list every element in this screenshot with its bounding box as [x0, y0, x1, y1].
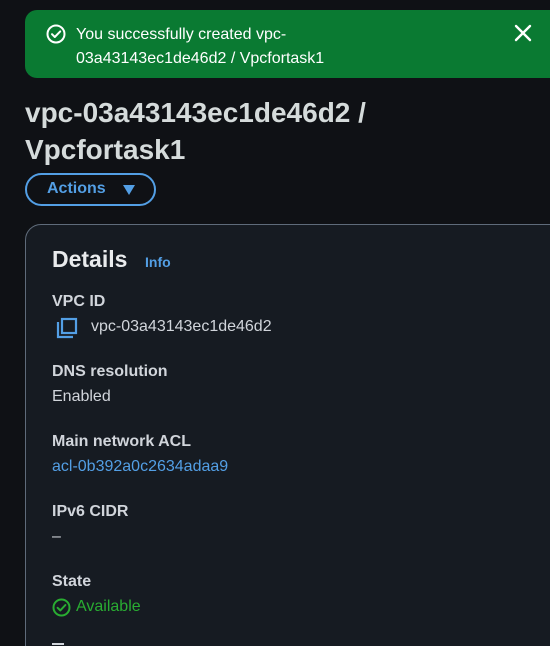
page-title-line-1: vpc-03a43143ec1de46d2 /	[25, 97, 366, 128]
check-circle-icon	[46, 24, 66, 44]
flash-message-line-2: 03a43143ec1de46d2 / Vpcfortask1	[76, 50, 325, 67]
vpc-id-value: vpc-03a43143ec1de46d2	[91, 318, 272, 335]
state-value: Available	[76, 598, 141, 615]
caret-down-icon	[123, 185, 135, 195]
info-link[interactable]: Info	[145, 254, 171, 270]
actions-button-label: Actions	[47, 180, 106, 197]
ipv6-cidr-label: IPv6 CIDR	[52, 503, 129, 520]
details-heading: Details	[52, 246, 128, 272]
vpc-id-label: VPC ID	[52, 293, 106, 310]
state-label: State	[52, 573, 92, 590]
flash-message: You successfully created vpc- 03a43143ec…	[76, 23, 456, 71]
truncated-next-field	[52, 643, 64, 645]
main-network-acl-label: Main network ACL	[52, 433, 191, 450]
success-flash-banner: You successfully created vpc- 03a43143ec…	[25, 10, 550, 78]
copy-icon[interactable]	[56, 317, 78, 339]
details-panel: Details Info VPC ID vpc-03a43143ec1de46d…	[25, 224, 550, 646]
dns-resolution-label: DNS resolution	[52, 363, 168, 380]
page-title: vpc-03a43143ec1de46d2 / Vpcfortask1	[25, 94, 525, 168]
flash-message-line-1: You successfully created vpc-	[76, 26, 287, 43]
main-network-acl-link[interactable]: acl-0b392a0c2634adaa9	[52, 457, 228, 477]
close-icon[interactable]	[511, 21, 535, 45]
status-check-circle-icon	[52, 598, 71, 617]
vpc-details-page: You successfully created vpc- 03a43143ec…	[0, 0, 550, 646]
dns-resolution-value: Enabled	[52, 388, 111, 405]
page-title-line-2: Vpcfortask1	[25, 134, 186, 165]
actions-dropdown-button[interactable]: Actions	[25, 173, 156, 206]
ipv6-cidr-value: –	[52, 528, 61, 545]
